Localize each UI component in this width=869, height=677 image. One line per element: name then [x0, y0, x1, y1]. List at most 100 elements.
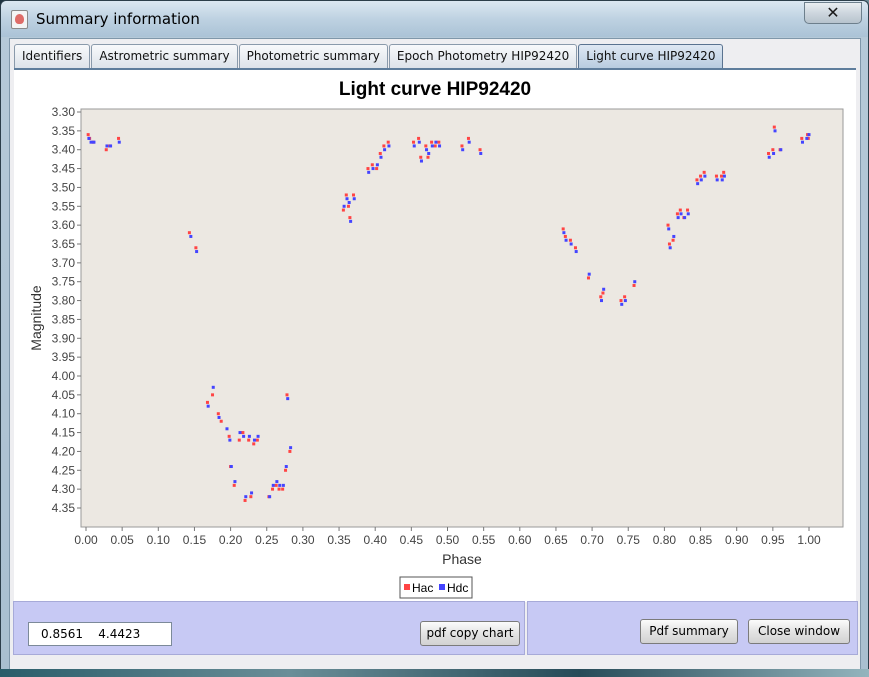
- point-hdc: [228, 438, 232, 442]
- close-window-icon[interactable]: ✕: [804, 2, 862, 24]
- x-tick-label: 0.75: [617, 533, 641, 547]
- y-tick-label: 4.25: [52, 463, 76, 477]
- point-hdc: [244, 495, 248, 499]
- point-hdc: [599, 299, 603, 303]
- point-hac: [386, 140, 390, 144]
- point-hdc: [772, 151, 776, 155]
- x-tick-label: 0.80: [653, 533, 677, 547]
- x-tick-label: 0.90: [725, 533, 749, 547]
- tab-epoch-photometry[interactable]: Epoch Photometry HIP92420: [388, 44, 578, 68]
- point-hdc: [720, 178, 724, 182]
- point-hac: [573, 246, 577, 250]
- x-tick-label: 0.45: [400, 533, 424, 547]
- point-hdc: [672, 234, 676, 238]
- actions-panel: Pdf summary Close window: [527, 601, 858, 655]
- point-hdc: [387, 144, 391, 148]
- tab-photometric-summary[interactable]: Photometric summary: [238, 44, 388, 68]
- y-tick-label: 3.65: [52, 237, 76, 251]
- legend-hac-swatch: [404, 584, 410, 590]
- point-hdc: [430, 144, 434, 148]
- point-hac: [274, 483, 278, 487]
- tab-astrometric-summary[interactable]: Astrometric summary: [91, 44, 238, 68]
- tab-identifiers[interactable]: Identifiers: [14, 44, 91, 68]
- point-hdc: [699, 178, 703, 182]
- point-hac: [346, 204, 350, 208]
- point-hdc: [620, 302, 624, 306]
- point-hdc: [633, 280, 637, 284]
- y-tick-label: 4.30: [52, 482, 76, 496]
- point-hac: [563, 234, 567, 238]
- point-hdc: [342, 204, 346, 208]
- point-hac: [117, 136, 121, 140]
- point-hac: [219, 419, 223, 423]
- tab-light-curve[interactable]: Light curve HIP92420: [578, 44, 724, 68]
- point-hdc: [807, 133, 811, 137]
- x-tick-label: 0.60: [508, 533, 532, 547]
- point-hdc: [347, 201, 351, 205]
- y-tick-label: 3.35: [52, 124, 76, 138]
- x-tick-label: 0.50: [436, 533, 460, 547]
- point-hac: [255, 438, 259, 442]
- point-hdc: [109, 144, 113, 148]
- point-hdc: [562, 231, 566, 235]
- point-hac: [285, 393, 289, 397]
- point-hac: [561, 227, 565, 231]
- point-hac: [667, 242, 671, 246]
- window-content: Identifiers Astrometric summary Photomet…: [9, 38, 861, 671]
- point-hac: [426, 155, 430, 159]
- pdf-summary-button[interactable]: Pdf summary: [640, 619, 738, 644]
- point-hdc: [722, 174, 726, 178]
- point-hac: [241, 431, 245, 435]
- point-hdc: [703, 174, 707, 178]
- point-hdc: [679, 212, 683, 216]
- summary-window: Summary information ✕ Identifiers Astrom…: [0, 0, 869, 677]
- y-tick-label: 4.35: [52, 501, 76, 515]
- coordinate-readout[interactable]: 0.8561 4.4423: [28, 622, 172, 646]
- point-hdc: [683, 216, 687, 220]
- point-hdc: [206, 404, 210, 408]
- point-hac: [187, 231, 191, 235]
- close-window-button[interactable]: Close window: [748, 619, 850, 644]
- y-tick-label: 4.05: [52, 388, 76, 402]
- point-hac: [437, 140, 441, 144]
- point-hac: [417, 136, 421, 140]
- point-hdc: [800, 140, 804, 144]
- point-hdc: [233, 480, 237, 484]
- point-hac: [678, 208, 682, 212]
- point-hdc: [345, 197, 349, 201]
- point-hac: [772, 125, 776, 129]
- point-hac: [702, 170, 706, 174]
- point-hac: [666, 223, 670, 227]
- taskbar-strip: [0, 669, 869, 677]
- point-hac: [433, 144, 437, 148]
- chart-panel[interactable]: Light curve HIP92420 3.30 3.35 3.40 3.45 3.5…: [14, 70, 856, 602]
- light-curve-chart[interactable]: Light curve HIP92420 3.30 3.35 3.40 3.45 3.5…: [14, 70, 856, 602]
- point-hac: [419, 155, 423, 159]
- point-hac: [249, 495, 253, 499]
- plot-area[interactable]: [80, 108, 844, 528]
- point-hac: [211, 393, 215, 397]
- point-hac: [216, 412, 220, 416]
- point-hac: [348, 216, 352, 220]
- point-hac: [466, 136, 470, 140]
- y-tick-label: 3.40: [52, 143, 76, 157]
- point-hac: [699, 174, 703, 178]
- point-hdc: [278, 483, 282, 487]
- point-hac: [252, 442, 256, 446]
- point-hdc: [667, 227, 671, 231]
- java-cup-icon: [11, 10, 28, 29]
- x-tick-label: 0.35: [327, 533, 351, 547]
- point-hac: [632, 283, 636, 287]
- point-hac: [568, 238, 572, 242]
- point-hdc: [467, 140, 471, 144]
- point-hac: [623, 295, 627, 299]
- y-tick-label: 4.10: [52, 407, 76, 421]
- pdf-copy-chart-button[interactable]: pdf copy chart: [420, 621, 520, 646]
- x-tick-label: 0.00: [74, 533, 98, 547]
- point-hac: [205, 400, 209, 404]
- x-tick-label: 0.70: [580, 533, 604, 547]
- point-hac: [412, 140, 416, 144]
- point-hdc: [419, 159, 423, 163]
- point-hac: [586, 276, 590, 280]
- title-bar[interactable]: Summary information ✕: [1, 1, 868, 37]
